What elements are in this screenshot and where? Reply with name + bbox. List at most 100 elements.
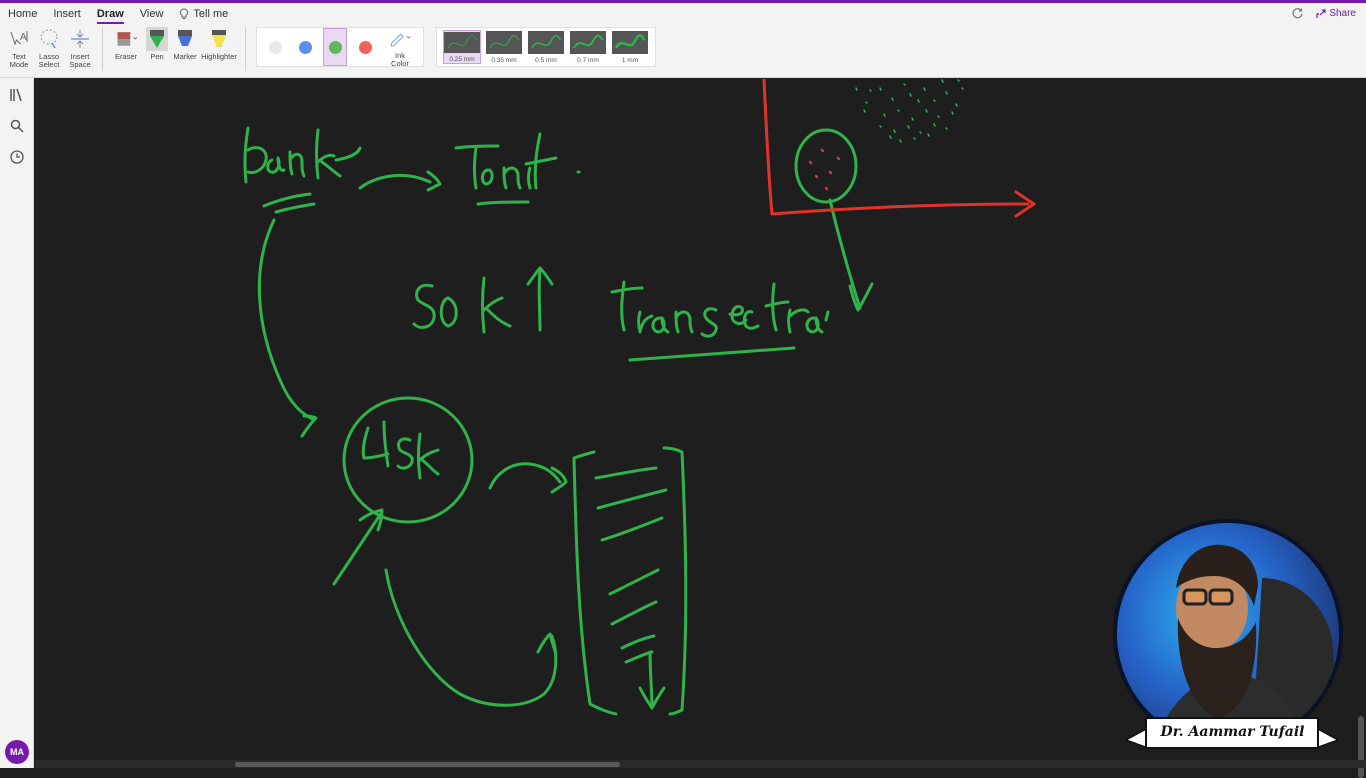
ink-underline (262, 192, 316, 214)
thickness-07[interactable]: 0.7 mm (569, 30, 607, 64)
color-swatch-blue[interactable] (293, 28, 317, 66)
blue-dot (298, 40, 312, 54)
ink-loop-bottom (384, 568, 558, 707)
lasso-select-button[interactable]: Lasso Select (34, 27, 64, 69)
ink-y-axis (762, 79, 774, 216)
ink-color-label: Ink Color (391, 51, 409, 68)
avatar[interactable]: MA (5, 740, 29, 764)
highlighter-icon (212, 30, 226, 47)
color-swatch-green[interactable] (323, 28, 347, 66)
marker-icon (178, 30, 192, 46)
lasso-icon (40, 29, 58, 49)
insert-space-button[interactable]: Insert Space (64, 27, 96, 69)
thickness-1[interactable]: 1 mm (611, 30, 649, 64)
ink-red-dots (808, 148, 841, 191)
tab-draw[interactable]: Draw (89, 3, 132, 25)
thickness-label: 0.5 mm (535, 57, 557, 64)
vertical-scrollbar[interactable] (1355, 79, 1366, 778)
ink-cluster-circle (794, 128, 858, 204)
toolbar-divider (102, 27, 103, 71)
thickness-05[interactable]: 0.5 mm (527, 30, 565, 64)
text-mode-label: Text Mode (9, 52, 29, 69)
tell-me-search[interactable]: Tell me (171, 3, 236, 25)
insert-space-icon (71, 30, 89, 48)
eraser-icon (117, 32, 137, 46)
horizontal-scroll-thumb[interactable] (235, 762, 620, 767)
ink-word-bank (243, 126, 362, 184)
ink-table-rows (594, 466, 668, 664)
share-button[interactable]: Share (1316, 8, 1356, 19)
horizontal-scrollbar[interactable] (35, 760, 1366, 768)
insert-space-label: Insert Space (69, 52, 91, 69)
thickness-035[interactable]: 0.35 mm (485, 30, 523, 64)
search-icon[interactable] (9, 118, 25, 134)
text-mode-button[interactable]: A Text Mode (4, 27, 34, 69)
eraser-button[interactable]: Eraser (109, 27, 143, 61)
recent-icon[interactable] (9, 149, 25, 165)
pen-button[interactable]: Pen (143, 27, 171, 61)
stroke-preview-icon (573, 34, 604, 49)
share-label: Share (1329, 8, 1356, 19)
ink-color-palette: Ink Color (256, 26, 424, 68)
text-mode-icon: A (10, 31, 28, 46)
stroke-preview-icon (447, 34, 478, 48)
stroke-preview-icon (489, 34, 520, 48)
thickness-label: 1 mm (621, 57, 639, 64)
ink-table-left-bracket (572, 450, 618, 716)
lasso-select-label: Lasso Select (38, 52, 60, 69)
thickness-label: 0.7 mm (577, 57, 599, 64)
draw-toolbar: A Text Mode Lasso Select Insert Space Er… (4, 27, 656, 75)
sync-icon[interactable] (1291, 7, 1304, 20)
thickness-label: 0.35 mm (491, 57, 517, 64)
tab-view[interactable]: View (132, 3, 172, 25)
green-dot (328, 40, 342, 54)
svg-text:A: A (20, 32, 27, 43)
lightbulb-icon (180, 8, 189, 19)
ink-color-icon (390, 33, 411, 47)
marker-label: Marker (173, 52, 197, 61)
thickness-label: 0.25 mm (449, 56, 475, 63)
pen-icon (150, 30, 164, 48)
ink-text-50k (412, 276, 512, 334)
red-dot (358, 40, 372, 54)
ink-table-right-bracket (662, 446, 688, 716)
ink-underline (476, 200, 530, 206)
tab-insert[interactable]: Insert (45, 3, 89, 25)
highlighter-button[interactable]: Highlighter (199, 27, 239, 61)
ribbon-right-tools: Share (1291, 7, 1356, 20)
red-ink-strokes (762, 79, 1036, 218)
ink-underline (628, 346, 796, 362)
ink-x-axis (770, 202, 1030, 216)
ink-color-button[interactable]: Ink Color (383, 26, 417, 68)
ink-down-arrow (638, 650, 666, 710)
ink-up-arrow (526, 266, 554, 332)
highlighter-label: Highlighter (201, 52, 237, 61)
ink-text-45k (361, 420, 440, 480)
ribbon-tabs: Home Insert Draw View Tell me (0, 3, 236, 25)
white-dot (268, 40, 282, 54)
navigation-sidebar: MA (0, 78, 34, 768)
toolbar-divider (245, 27, 246, 71)
ribbon: Home Insert Draw View Tell me Share A Te… (0, 3, 1366, 78)
ink-curve-left (257, 218, 318, 438)
thickness-025[interactable]: 0.25 mm (443, 30, 481, 64)
green-ink-strokes (243, 79, 964, 716)
color-swatch-red[interactable] (353, 28, 377, 66)
vertical-scroll-thumb[interactable] (1358, 716, 1364, 778)
eraser-label: Eraser (114, 52, 138, 61)
tab-home[interactable]: Home (0, 3, 45, 25)
ink-word-tent (454, 132, 581, 190)
ink-arrow-down-right (828, 198, 874, 312)
ink-arrow-right (358, 170, 442, 192)
pen-thickness-group: 0.25 mm 0.35 mm 0.5 mm 0.7 mm 1 mm (436, 27, 656, 67)
ink-circle-45k (342, 396, 474, 524)
pen-label: Pen (150, 52, 164, 61)
ink-arrow-to-table (488, 462, 568, 494)
marker-button[interactable]: Marker (171, 27, 199, 61)
notebooks-icon[interactable] (9, 87, 25, 103)
stroke-preview-icon (614, 33, 646, 49)
ink-arrow-into-circle (332, 508, 384, 586)
presenter-name: Dr. Aammar Tufail (1160, 724, 1305, 740)
ink-word-transaction (610, 280, 830, 338)
color-swatch-white[interactable] (263, 28, 287, 66)
